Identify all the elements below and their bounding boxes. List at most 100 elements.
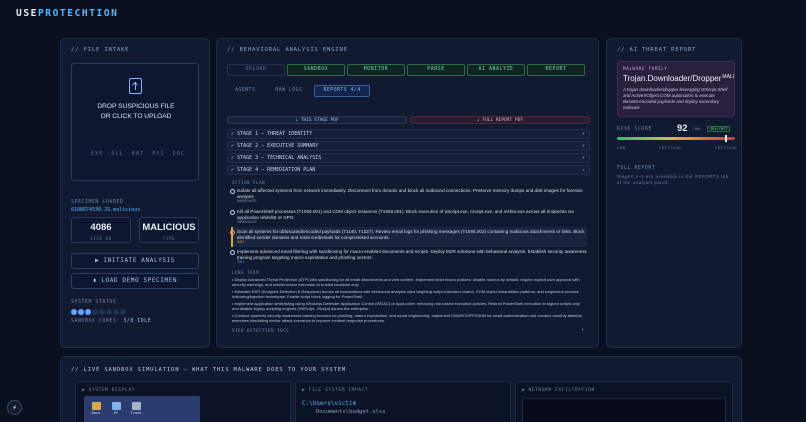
tab-agents[interactable]: AGENTS [227,85,263,97]
risk-low: LOW [617,145,626,150]
folder-icon[interactable]: Docs [88,402,104,415]
risk-marker [724,135,727,142]
sandbox-cores-label: SANDBOX CORES: [71,319,120,324]
status-dot [99,309,105,315]
malware-family-card: MALWARE FAMILY Trojan.Downloader/Dropper… [617,61,735,117]
stage-1-accordion[interactable]: ✓ STAGE 1 — THREAT IDENTITY ▾ [227,129,590,139]
behavior-panel: // BEHAVIORAL ANALYSIS ENGINE UPLOAD SAN… [216,38,599,348]
sandbox-cores: SANDBOX CORES: 3/8 IDLE [71,319,151,324]
chevron-down-icon: ▾ [581,155,585,161]
chevron-down-icon: ▾ [581,143,585,149]
chevron-down-icon[interactable]: ▾ [581,327,585,333]
family-label: MALWARE FAMILY [623,67,668,72]
size-value: 4086 [90,222,112,233]
file-path: C:\Users\victim [302,400,357,407]
step-sandbox: SANDBOX [287,64,345,76]
status-dot [106,309,112,315]
stage-3-accordion[interactable]: ✓ STAGE 3 — TECHNICAL ANALYSIS ▾ [227,153,590,163]
action-tag: IMMEDIATE [237,199,257,204]
specimen-hash: 6108674530.JS.malicious [71,207,141,213]
stage-4-label: ✓ STAGE 4 — REMEDIATION PLAN [231,167,316,173]
network-label: ▶ NETWORK EXFILTRATION [522,388,595,393]
app-logo: USEPROTECHTION [16,8,118,19]
tab-reports[interactable]: REPORTS 4/4 [314,85,370,97]
system-status-label: SYSTEM STATUS [71,300,117,305]
size-stat: 4086 SIZE KB [71,217,131,243]
file-drop-zone[interactable]: DROP SUSPICIOUS FILE OR CLICK TO UPLOAD … [71,63,199,181]
sandbox-panel: // LIVE SANDBOX SIMULATION — WHAT THIS M… [60,356,742,422]
upload-icon [129,78,142,94]
logo-part-1: USE [16,8,38,19]
risk-score-total: /100 [692,127,701,131]
trash-icon[interactable]: Trash [128,402,144,415]
step-parse: PARSE [407,64,465,76]
step-report: REPORT [527,64,585,76]
long-term-item: • Deploy Advanced Threat Protection (ATP… [232,277,580,287]
status-dots [71,309,127,317]
action-tag: IMMEDIATE [237,220,257,225]
stage-4-accordion[interactable]: ✓ STAGE 4 — REMEDIATION PLAN ▴ [227,165,590,175]
action-item: Scan all systems for obfuscated/encoded … [230,229,587,245]
computer-icon[interactable]: PC [108,402,124,415]
long-term-label: LONG TERM [232,270,260,275]
full-report-text: Stages 2–4 are available in the REPORTS … [617,174,729,185]
action-tag: 72H [237,260,244,265]
risk-score-value: 92 [677,123,688,134]
type-stat: MALICIOUS TYPE [139,217,199,243]
size-label: SIZE KB [90,236,112,241]
action-tag: 24H [237,240,244,245]
stage-3-label: ✓ STAGE 3 — TECHNICAL ANALYSIS [231,155,322,161]
initiate-analysis-button[interactable]: ▶ INITIATE ANALYSIS [71,253,199,269]
risk-score-label: RISK SCORE [617,127,652,132]
action-item: Implement advanced email filtering with … [230,249,587,265]
sandbox-title: // LIVE SANDBOX SIMULATION — WHAT THIS M… [71,367,347,373]
stage-1-label: ✓ STAGE 1 — THREAT IDENTITY [231,131,313,137]
long-term-item: • Implement application whitelisting usi… [232,301,580,311]
chevron-down-icon: ▾ [581,131,585,137]
severity-badge: SEV:CRIT [707,126,731,132]
system-display-label: ▶ SYSTEM DISPLAY [82,388,135,393]
family-name: Trojan.Downloader/DropperMALI [623,74,734,83]
stage-2-label: ✓ STAGE 2 — EXECUTIVE SUMMARY [231,143,319,149]
export-stage-pdf-button[interactable]: ↓ THIS STAGE PDF [227,116,407,124]
tab-raw-logs[interactable]: RAW LOGS [267,85,310,97]
action-plan-label: ACTION PLAN [232,180,266,185]
type-label: TYPE [162,236,176,241]
status-dot [71,309,77,315]
status-dot [85,309,91,315]
drop-line-2: OR CLICK TO UPLOAD [100,113,172,120]
file-intake-panel: // FILE INTAKE DROP SUSPICIOUS FILE OR C… [60,38,210,348]
allowed-extensions: .EXE .DLL .BAT .PS1 .DOC [86,152,186,157]
step-monitor: MONITOR [347,64,405,76]
behavior-tabs: AGENTS RAW LOGS REPORTS 4/4 [227,85,370,97]
lightning-icon[interactable]: ⚡ [7,400,22,415]
file-entry: Documents\budget.xlsx [316,409,386,415]
load-demo-button[interactable]: ⚱ LOAD DEMO SPECIMEN [71,273,199,289]
stage-2-accordion[interactable]: ✓ STAGE 2 — EXECUTIVE SUMMARY ▾ [227,141,590,151]
pipeline-steps: UPLOAD SANDBOX MONITOR PARSE AI ANALYZE … [227,64,585,76]
threat-report-title: // AI THREAT REPORT [617,47,697,53]
file-system-impact: ▶ FILE SYSTEM IMPACT C:\Users\victim Doc… [295,381,511,422]
file-intake-title: // FILE INTAKE [71,47,130,53]
action-text: Kill all PowerShell processes (T1059.001… [237,209,574,220]
view-iocs-link[interactable]: VIEW DETECTION IOCS [232,328,289,333]
risk-bar [617,137,735,140]
long-term-item: • Conduct quarterly security awareness t… [232,313,582,323]
status-dot [113,309,119,315]
status-dot [120,309,126,315]
behavior-title: // BEHAVIORAL ANALYSIS ENGINE [227,47,348,53]
logo-part-2: PROTECHTION [37,8,119,19]
export-full-pdf-button[interactable]: ↓ FULL REPORT PDF [410,116,590,124]
info-icon [230,210,235,215]
full-report-label: FULL REPORT [617,166,656,171]
action-item: Kill all PowerShell processes (T1059.001… [230,209,587,225]
long-term-item: • Establish EDR (Endpoint Detection & Re… [232,289,579,299]
type-value: MALICIOUS [142,222,196,233]
action-item: Isolate all affected systems from networ… [230,188,587,204]
family-description: A trojan downloader/dropper leveraging W… [623,87,728,110]
info-icon [230,250,235,255]
risk-critical-mid: CRITICAL [659,145,683,150]
chevron-up-icon: ▴ [581,167,585,173]
action-text: Scan all systems for obfuscated/encoded … [237,229,585,240]
network-exfiltration: ▶ NETWORK EXFILTRATION [515,381,733,422]
